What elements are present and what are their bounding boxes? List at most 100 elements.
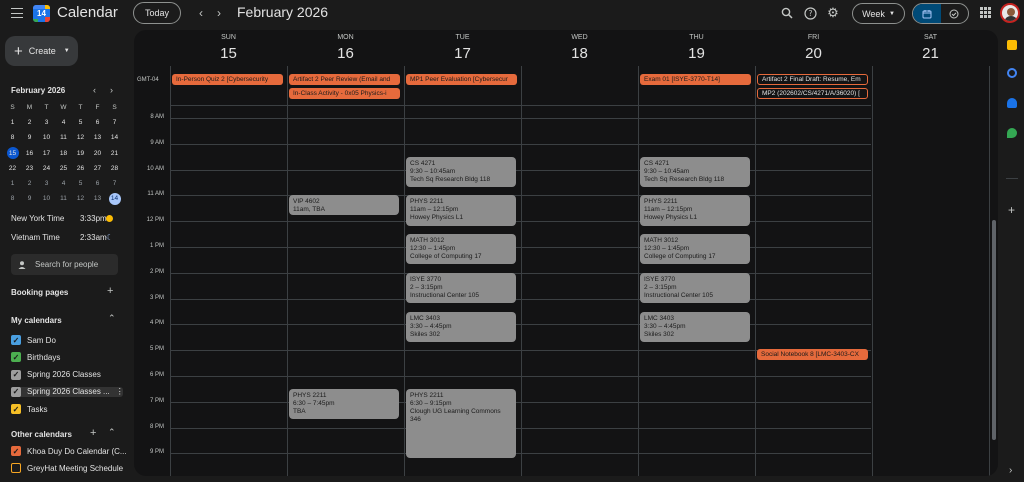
mini-day[interactable]: 7	[106, 115, 123, 130]
mini-day[interactable]: 19	[72, 146, 89, 161]
calendar-event[interactable]: MATH 3012 12:30 – 1:45pm College of Comput…	[640, 234, 750, 265]
add-booking-page-plus-icon[interactable]: +	[107, 285, 113, 297]
previous-week-chevron-icon[interactable]: ‹	[195, 6, 207, 20]
help-icon[interactable]: ?	[803, 6, 817, 20]
tasks-view-button[interactable]	[941, 4, 969, 23]
mini-day[interactable]: 11	[55, 191, 72, 206]
mini-day[interactable]: 12	[72, 191, 89, 206]
day-header[interactable]: WED 18	[521, 34, 638, 62]
allday-task[interactable]: MP1 Peer Evaluation [Cybersecur	[406, 74, 517, 85]
mini-day[interactable]: 7	[106, 176, 123, 191]
mini-day[interactable]: 3	[38, 115, 55, 130]
maps-icon[interactable]	[1007, 128, 1017, 138]
mini-day[interactable]: 15	[4, 146, 21, 161]
mini-day[interactable]: 22	[4, 161, 21, 176]
next-week-chevron-icon[interactable]: ›	[213, 6, 225, 20]
mini-day[interactable]: 2	[21, 115, 38, 130]
calendar-event[interactable]: PHYS 2211 11am – 12:15pm Howey Physics L1	[406, 195, 516, 226]
day-header[interactable]: TUE 17	[404, 34, 521, 62]
calendar-item[interactable]: ✓ Tasks	[11, 404, 123, 415]
mini-day[interactable]: 1	[4, 115, 21, 130]
mini-day[interactable]: 10	[38, 191, 55, 206]
calendar-event[interactable]: PHYS 2211 6:30 – 7:45pm TBA	[289, 388, 399, 420]
calendar-checkbox[interactable]: ✓	[11, 404, 21, 415]
calendar-item[interactable]: ✓ Spring 2026 Classes ... ⋮	[11, 386, 124, 397]
calendar-event[interactable]: CS 4271 9:30 – 10:45am Tech Sq Research Bl…	[406, 156, 516, 187]
vertical-scrollbar[interactable]	[992, 220, 996, 440]
mini-day[interactable]: 5	[72, 176, 89, 191]
calendar-checkbox[interactable]: ✓	[11, 335, 21, 345]
show-side-panel-chevron-icon[interactable]: ›	[1009, 465, 1012, 476]
day-date[interactable]: 21	[872, 45, 989, 62]
day-date[interactable]: 18	[521, 45, 638, 62]
my-calendars-heading[interactable]: My calendars	[11, 316, 62, 325]
timed-task[interactable]: Social Notebook 8 [LMC-3403-CX	[757, 349, 868, 361]
mini-day[interactable]: 6	[89, 115, 106, 130]
settings-gear-icon[interactable]: ⚙	[826, 5, 840, 20]
today-button[interactable]: Today	[133, 2, 181, 24]
more-options-icon[interactable]: ⋮	[116, 387, 127, 396]
app-title[interactable]: Calendar	[57, 4, 118, 21]
mini-day[interactable]: 11	[55, 130, 72, 145]
calendar-event[interactable]: MATH 3012 12:30 – 1:45pm College of Comput…	[406, 234, 516, 265]
main-menu-icon[interactable]	[10, 6, 24, 20]
allday-task[interactable]: MP2 (202602/CS/4271/A/36020) [	[757, 88, 868, 99]
contacts-icon[interactable]	[1007, 98, 1017, 108]
mini-day[interactable]: 2	[21, 176, 38, 191]
day-date[interactable]: 16	[287, 45, 404, 62]
calendar-checkbox[interactable]: ✓	[11, 446, 21, 456]
calendar-event[interactable]: ISYE 3770 2 – 3:15pm Instructional Center …	[640, 272, 750, 304]
mini-day[interactable]: 8	[4, 191, 21, 206]
mini-day[interactable]: 1	[4, 176, 21, 191]
mini-day[interactable]: 27	[89, 161, 106, 176]
chevron-up-icon[interactable]: ⌃	[108, 427, 116, 438]
allday-task[interactable]: Exam 01 [ISYE-3770-T14]	[640, 74, 751, 85]
calendar-checkbox[interactable]	[11, 463, 21, 474]
mini-day[interactable]: 23	[21, 161, 38, 176]
mini-next-month-icon[interactable]: ›	[110, 85, 113, 95]
calendar-item[interactable]: ✓ Sam Do	[11, 335, 123, 345]
mini-day[interactable]: 21	[106, 146, 123, 161]
keep-icon[interactable]	[1007, 40, 1017, 50]
calendar-checkbox[interactable]: ✓	[11, 369, 21, 380]
calendar-item[interactable]: ✓ Spring 2026 Classes	[11, 369, 123, 380]
day-date[interactable]: 19	[638, 45, 755, 62]
mini-day[interactable]: 12	[72, 130, 89, 145]
mini-day[interactable]: 14	[106, 130, 123, 145]
booking-pages-heading[interactable]: Booking pages	[11, 288, 68, 297]
add-addon-plus-icon[interactable]: +	[1008, 203, 1015, 217]
tasks-icon[interactable]	[1007, 68, 1017, 78]
mini-day[interactable]: 13	[89, 191, 106, 206]
mini-day[interactable]: 26	[72, 161, 89, 176]
day-header[interactable]: SAT 21	[872, 34, 989, 62]
mini-day[interactable]: 17	[38, 146, 55, 161]
allday-task[interactable]: In-Class Activity - 0x05 Physics-i	[289, 88, 400, 99]
chevron-up-icon[interactable]: ⌃	[108, 313, 116, 324]
allday-task[interactable]: In-Person Quiz 2 [Cybersecurity	[172, 74, 283, 85]
mini-day[interactable]: 20	[89, 146, 106, 161]
allday-task[interactable]: Artifact 2 Peer Review (Email and	[289, 74, 400, 85]
mini-day[interactable]: 4	[55, 176, 72, 191]
mini-day[interactable]: 28	[106, 161, 123, 176]
day-date[interactable]: 17	[404, 45, 521, 62]
mini-prev-month-icon[interactable]: ‹	[93, 85, 96, 95]
calendar-event[interactable]: PHYS 2211 11am – 12:15pm Howey Physics L1	[640, 195, 750, 226]
create-button[interactable]: + Create ▼	[5, 36, 78, 66]
other-calendars-heading[interactable]: Other calendars	[11, 430, 72, 439]
mini-day[interactable]: 24	[38, 161, 55, 176]
add-other-calendar-plus-icon[interactable]: +	[90, 427, 96, 439]
day-header[interactable]: THU 19	[638, 34, 755, 62]
day-header[interactable]: FRI 20	[755, 34, 872, 62]
calendar-event[interactable]: CS 4271 9:30 – 10:45am Tech Sq Research Bl…	[640, 156, 750, 187]
calendar-event[interactable]: ISYE 3770 2 – 3:15pm Instructional Center …	[406, 272, 516, 304]
search-icon[interactable]	[780, 6, 794, 20]
mini-day[interactable]: 14	[106, 191, 123, 206]
mini-day[interactable]: 18	[55, 146, 72, 161]
calendar-event[interactable]: PHYS 2211 6:30 – 9:15pm Clough UG Learning…	[406, 388, 516, 458]
mini-day[interactable]: 8	[4, 130, 21, 145]
mini-day[interactable]: 13	[89, 130, 106, 145]
mini-day[interactable]: 6	[89, 176, 106, 191]
day-header[interactable]: MON 16	[287, 34, 404, 62]
calendar-event[interactable]: VIP 4602 11am, TBA	[289, 195, 399, 215]
calendar-view-button[interactable]	[913, 4, 941, 23]
